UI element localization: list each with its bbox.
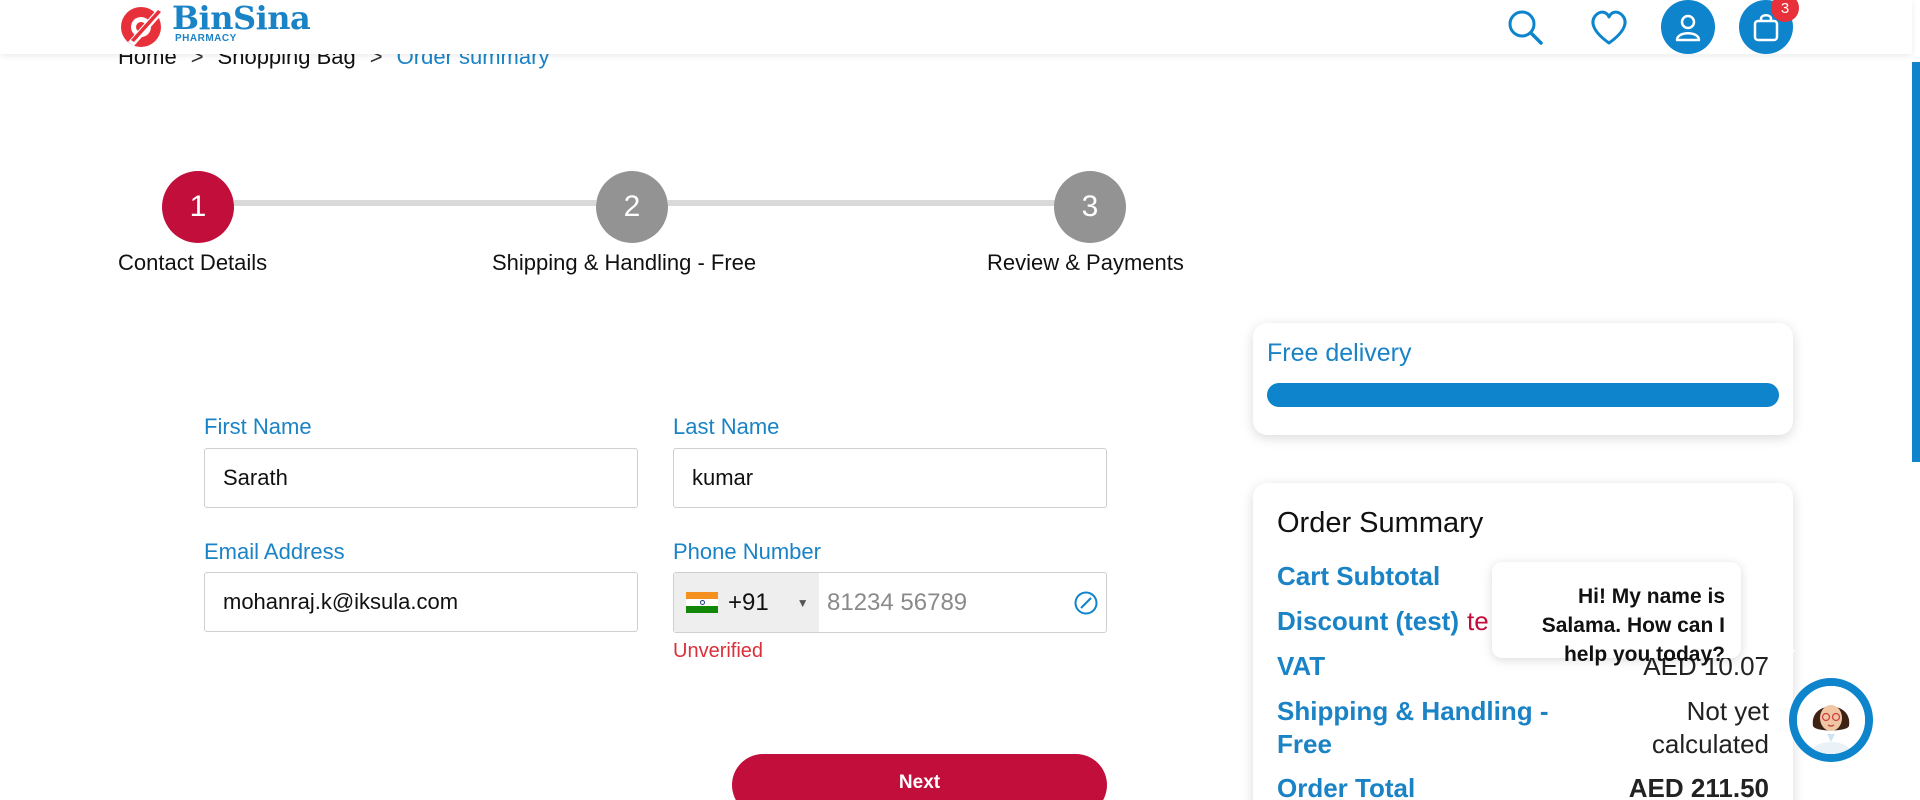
- step-2-label: Shipping & Handling - Free: [492, 250, 757, 275]
- step-1-label: Contact Details: [118, 250, 268, 275]
- summary-label: Shipping & Handling - Free: [1277, 696, 1549, 759]
- free-delivery-progress-bar: [1267, 383, 1779, 407]
- step-connector: [668, 200, 1056, 206]
- chat-greeting-bubble[interactable]: Hi! My name is Salama. How can I help yo…: [1492, 562, 1741, 666]
- last-name-label: Last Name: [673, 414, 780, 439]
- step-2-circle[interactable]: 2: [596, 171, 668, 243]
- summary-value: AED 211.50: [1628, 773, 1769, 800]
- verify-icon: [1074, 591, 1098, 614]
- order-summary-title: Order Summary: [1277, 507, 1484, 539]
- step-3-label: Review & Payments: [987, 250, 1184, 275]
- cart-button[interactable]: 3: [1739, 0, 1799, 54]
- verify-phone-button[interactable]: [1066, 573, 1106, 632]
- first-name-input[interactable]: Sarath: [204, 448, 638, 508]
- country-code: +91: [728, 588, 769, 616]
- phone-label: Phone Number: [673, 539, 821, 564]
- cart-count-badge: 3: [1771, 0, 1799, 22]
- account-button[interactable]: [1661, 0, 1715, 54]
- country-code-select[interactable]: +91 ▼: [674, 573, 819, 632]
- summary-value: Not yet calculated: [1651, 696, 1769, 759]
- heart-icon: [1591, 10, 1627, 45]
- summary-value: te: [1467, 606, 1489, 636]
- checkout-page: BinSina PHARMACY 3 Home > Shopping Bag >…: [0, 0, 1920, 800]
- summary-label: Discount (test): [1277, 606, 1459, 636]
- wishlist-button[interactable]: [1582, 0, 1636, 54]
- email-label: Email Address: [204, 539, 345, 564]
- summary-label: VAT: [1277, 651, 1326, 681]
- email-input[interactable]: mohanraj.k@iksula.com: [204, 572, 638, 632]
- chevron-down-icon: ▼: [796, 595, 809, 610]
- summary-row-total: Order Total AED 211.50: [1277, 773, 1769, 800]
- phone-field: +91 ▼ 81234 56789: [673, 572, 1107, 633]
- step-1-circle[interactable]: 1: [162, 171, 234, 243]
- summary-label: Order Total: [1277, 773, 1416, 800]
- summary-row-shipping: Shipping & Handling - Free Not yet calcu…: [1277, 695, 1769, 761]
- last-name-input[interactable]: kumar: [673, 448, 1107, 508]
- logo-name: BinSina: [172, 0, 311, 37]
- phone-number-input[interactable]: 81234 56789: [819, 573, 1066, 632]
- step-3-circle[interactable]: 3: [1054, 171, 1126, 243]
- free-delivery-card: Free delivery: [1253, 323, 1793, 435]
- scrollbar-thumb[interactable]: [1912, 62, 1920, 462]
- logo-mark-icon: [121, 7, 164, 47]
- free-delivery-title: Free delivery: [1267, 339, 1412, 367]
- phone-status: Unverified: [673, 640, 764, 662]
- user-icon: [1675, 14, 1701, 42]
- summary-label: Cart Subtotal: [1277, 561, 1441, 591]
- search-button[interactable]: [1498, 0, 1552, 54]
- assistant-avatar-icon: [1797, 686, 1865, 754]
- first-name-label: First Name: [204, 414, 312, 439]
- step-connector: [234, 200, 596, 206]
- india-flag-icon: [686, 591, 718, 614]
- next-button[interactable]: Next: [732, 754, 1107, 800]
- chat-assistant-button[interactable]: [1789, 678, 1873, 762]
- search-icon: [1508, 10, 1543, 45]
- chat-bubble-tail: [1768, 650, 1796, 664]
- binsina-logo[interactable]: BinSina PHARMACY: [118, 0, 311, 48]
- site-header: BinSina PHARMACY 3: [0, 0, 1912, 54]
- page-scrollbar[interactable]: [1912, 0, 1920, 800]
